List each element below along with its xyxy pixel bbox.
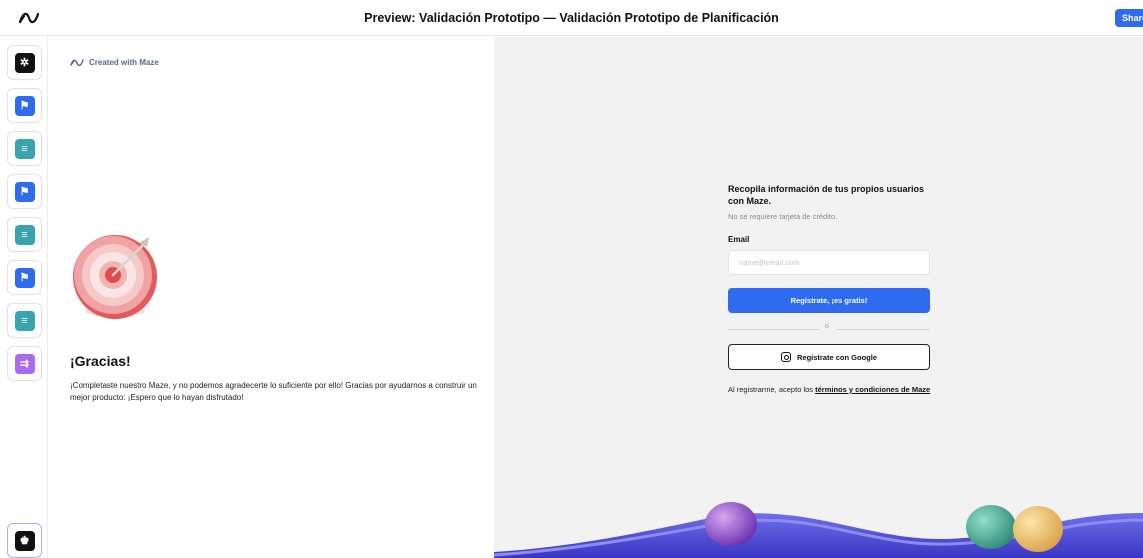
target-icon bbox=[73, 235, 157, 319]
flag-icon: ⚑ bbox=[14, 181, 35, 202]
page-title: Preview: Validación Prototipo — Validaci… bbox=[364, 11, 779, 25]
block-rail: ✲ ⚑ ≡ ⚑ ≡ ⚑ ≡ ⇉ ♚ bbox=[0, 37, 48, 558]
signup-title: Recopila información de tus propios usua… bbox=[728, 184, 925, 206]
google-signup-button[interactable]: Regístrate con Google bbox=[728, 344, 930, 370]
email-label: Email bbox=[728, 235, 750, 244]
rail-item-mission-1[interactable]: ⚑ bbox=[7, 88, 42, 123]
rail-item-welcome[interactable]: ✲ bbox=[7, 45, 42, 80]
thanks-message: ¡Completaste nuestro Maze, y no podemos … bbox=[70, 381, 477, 402]
decorative-illustration bbox=[494, 502, 1143, 558]
trophy-icon: ♚ bbox=[14, 530, 35, 551]
text-arrow-icon: ⇉ bbox=[14, 353, 35, 374]
or-label: o bbox=[825, 323, 829, 330]
list-icon: ≡ bbox=[14, 310, 35, 331]
rail-item-context-3[interactable]: ≡ bbox=[7, 303, 42, 338]
signup-subtitle: No se requiere tarjeta de crédito. bbox=[728, 212, 838, 221]
share-button[interactable]: Share bbox=[1115, 9, 1143, 27]
signup-panel: Recopila información de tus propios usua… bbox=[494, 37, 1143, 558]
email-field[interactable] bbox=[728, 250, 930, 275]
thank-you-panel: Created with Maze ¡Gracias! ¡Completaste… bbox=[49, 37, 494, 558]
google-signup-label: Regístrate con Google bbox=[796, 352, 877, 362]
list-icon: ≡ bbox=[14, 138, 35, 159]
terms-prefix: Al registrarme, acepto los bbox=[728, 385, 816, 394]
rail-item-context-2[interactable]: ≡ bbox=[7, 217, 42, 252]
flag-icon: ⚑ bbox=[14, 95, 35, 116]
maze-logo-small-icon bbox=[70, 59, 84, 67]
thanks-heading: ¡Gracias! bbox=[70, 353, 131, 369]
or-divider: o bbox=[728, 322, 932, 336]
rail-item-thank-you[interactable]: ♚ bbox=[7, 523, 42, 558]
sparkle-icon: ✲ bbox=[14, 52, 35, 73]
top-bar: Preview: Validación Prototipo — Validaci… bbox=[0, 0, 1143, 36]
rail-item-open-question[interactable]: ⇉ bbox=[7, 346, 42, 381]
list-icon: ≡ bbox=[14, 224, 35, 245]
created-with-label: Created with Maze bbox=[89, 58, 159, 67]
rail-item-mission-2[interactable]: ⚑ bbox=[7, 174, 42, 209]
terms-text: Al registrarme, acepto los términos y co… bbox=[728, 384, 932, 396]
flag-icon: ⚑ bbox=[14, 267, 35, 288]
rail-item-context-1[interactable]: ≡ bbox=[7, 131, 42, 166]
created-with-maze[interactable]: Created with Maze bbox=[70, 58, 159, 67]
signup-form: Recopila información de tus propios usua… bbox=[728, 183, 932, 396]
google-icon bbox=[780, 352, 791, 362]
rail-item-mission-3[interactable]: ⚑ bbox=[7, 260, 42, 295]
terms-link[interactable]: términos y condiciones de Maze bbox=[815, 385, 930, 394]
register-button[interactable]: Regístrate, ¡es gratis! bbox=[728, 288, 930, 313]
